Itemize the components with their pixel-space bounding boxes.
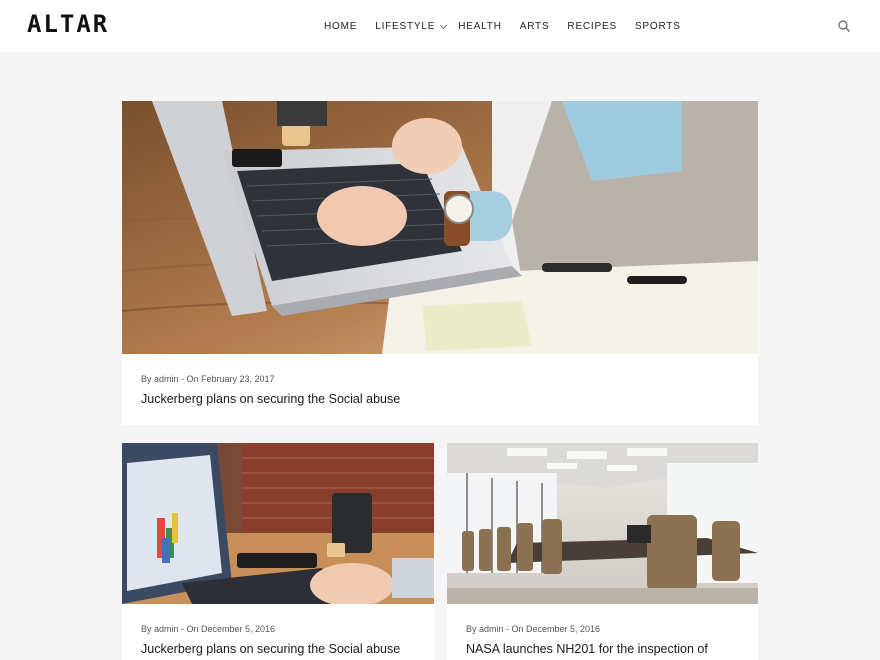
featured-post-card[interactable]: By admin - On February 23, 2017 Juckerbe… — [122, 101, 758, 425]
nav-item-label: HEALTH — [458, 20, 502, 32]
search-icon — [838, 20, 850, 32]
post-meta: By admin - On December 5, 2016 — [141, 624, 276, 634]
main-nav: HOME LIFESTYLE HEALTH ARTS RECIPES SPORT… — [324, 19, 681, 33]
nav-item-recipes[interactable]: RECIPES — [567, 21, 617, 32]
nav-item-arts[interactable]: ARTS — [520, 21, 550, 32]
post-image[interactable] — [447, 443, 758, 604]
nav-item-label: LIFESTYLE — [375, 20, 436, 32]
nav-item-label: SPORTS — [634, 20, 681, 32]
post-title[interactable]: Juckerberg plans on securing the Social … — [141, 642, 400, 656]
nav-item-health[interactable]: HEALTH — [458, 21, 502, 32]
nav-item-label: HOME — [324, 20, 358, 32]
nav-item-lifestyle[interactable]: LIFESTYLE — [375, 20, 448, 32]
post-meta: By admin - On February 23, 2017 — [141, 374, 275, 384]
post-title[interactable]: NASA launches NH201 for the inspection o… — [466, 642, 708, 656]
nav-item-label: ARTS — [519, 20, 550, 32]
post-card[interactable]: By admin - On December 5, 2016 NASA laun… — [447, 443, 758, 660]
site-header: ALTAR HOME LIFESTYLE HEALTH ARTS RECIPES… — [0, 0, 880, 52]
nav-item-label: RECIPES — [567, 20, 617, 32]
post-meta: By admin - On December 5, 2016 — [466, 624, 601, 634]
post-card[interactable]: By admin - On December 5, 2016 Juckerber… — [122, 443, 434, 660]
post-title[interactable]: Juckerberg plans on securing the Social … — [141, 392, 400, 406]
search-button[interactable] — [837, 19, 851, 33]
chevron-down-icon — [440, 21, 448, 29]
post-image[interactable] — [122, 443, 434, 604]
nav-item-sports[interactable]: SPORTS — [635, 21, 681, 32]
featured-post-image[interactable] — [122, 101, 758, 354]
site-logo[interactable]: ALTAR — [27, 12, 109, 36]
nav-item-home[interactable]: HOME — [324, 21, 357, 32]
